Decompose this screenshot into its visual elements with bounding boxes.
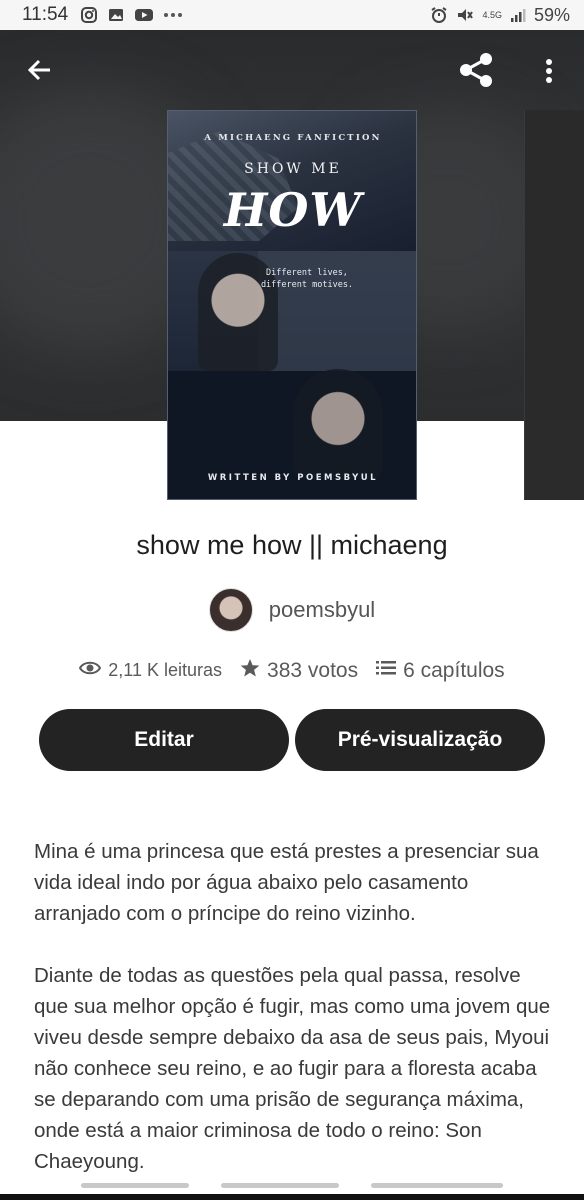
action-buttons: Editar Pré-visualização — [39, 709, 545, 771]
system-icons: 4.5G 59% — [430, 5, 570, 26]
edit-button[interactable]: Editar — [39, 709, 289, 771]
status-bar: 11:54 4.5G 59% — [0, 0, 584, 30]
notification-icons — [80, 6, 183, 24]
story-stats: 2,11 K leituras 383 votos 6 capítulos — [0, 658, 584, 683]
cover-subtitle: SHOW ME — [244, 161, 342, 177]
status-time: 11:54 — [22, 4, 69, 25]
story-title: show me how || michaeng — [136, 530, 448, 560]
author-link[interactable]: poemsbyul — [0, 588, 584, 632]
page-indicators — [0, 1183, 584, 1188]
reads-count: 2,11 K leituras — [108, 660, 223, 680]
chapters-count: 6 capítulos — [403, 658, 505, 682]
cover-tagline: Different lives, different motives. — [260, 268, 354, 290]
avatar — [208, 588, 253, 632]
back-button[interactable] — [22, 54, 58, 90]
more-options-button[interactable] — [536, 54, 562, 92]
eye-icon — [79, 660, 102, 681]
next-cover-preview[interactable] — [524, 110, 584, 500]
more-notifications-icon — [163, 12, 183, 18]
preview-button[interactable]: Pré-visualização — [295, 709, 545, 771]
indicator-bar — [81, 1183, 189, 1188]
description-paragraph-2: Diante de todas as questões pela qual pa… — [34, 964, 551, 1173]
signal-icon — [510, 7, 526, 23]
reads-stat: 2,11 K leituras — [79, 660, 222, 681]
share-button[interactable] — [455, 52, 497, 92]
list-icon — [376, 660, 397, 681]
author-name: poemsbyul — [268, 597, 376, 622]
instagram-icon — [80, 6, 98, 24]
indicator-bar — [371, 1183, 503, 1188]
alarm-icon — [430, 6, 448, 24]
cover-kicker: A MICHAENG FANFICTION — [204, 133, 382, 143]
gallery-icon — [107, 6, 125, 24]
star-icon — [240, 658, 260, 683]
votes-stat: 383 votos — [240, 658, 358, 683]
arrow-left-icon — [26, 56, 54, 89]
more-vertical-icon — [545, 58, 553, 89]
youtube-icon — [134, 7, 154, 23]
share-icon — [457, 52, 495, 93]
navigation-bar — [0, 1194, 584, 1200]
story-description: Mina é uma princesa que está prestes a p… — [34, 836, 554, 1200]
indicator-bar — [221, 1183, 339, 1188]
battery-level: 59% — [533, 4, 570, 25]
cover-portrait-right — [293, 369, 383, 479]
mute-icon — [456, 6, 474, 24]
network-type: 4.5G — [482, 10, 502, 20]
description-paragraph-1: Mina é uma princesa que está prestes a p… — [34, 840, 539, 925]
chapters-stat: 6 capítulos — [376, 659, 505, 683]
next-cover-image — [525, 110, 584, 422]
votes-count: 383 votos — [267, 658, 359, 682]
book-cover: A MICHAENG FANFICTION SHOW ME HOW Differ… — [167, 110, 417, 500]
cover-author-line: WRITTEN BY POEMSBYUL — [207, 473, 379, 483]
cover-title: HOW — [223, 183, 363, 237]
